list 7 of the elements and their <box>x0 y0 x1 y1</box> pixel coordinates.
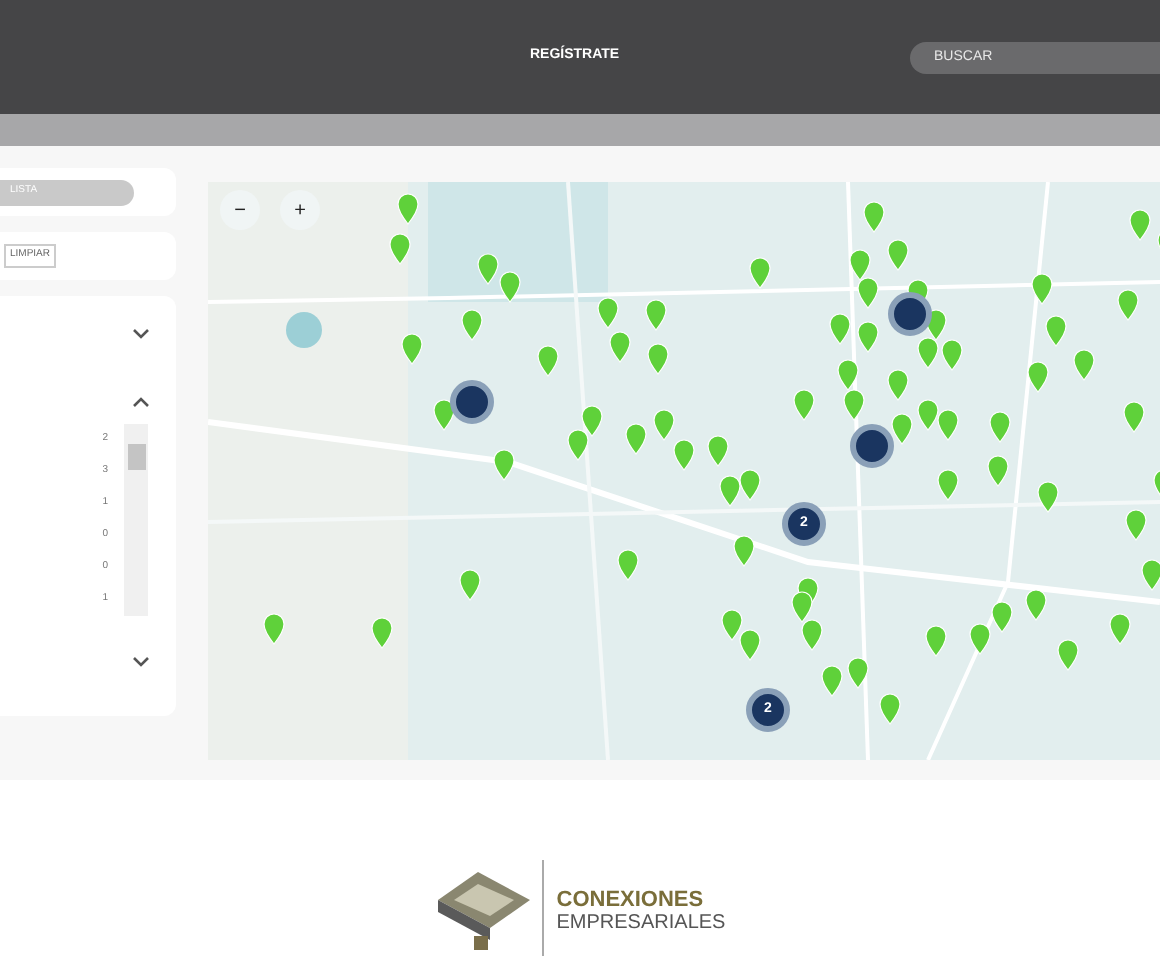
chevron-up-icon[interactable] <box>132 396 150 408</box>
logo-subtitle: EMPRESARIALES <box>556 912 726 934</box>
scrollbar[interactable] <box>124 424 148 616</box>
scroll-thumb[interactable] <box>127 444 145 470</box>
chevron-down-icon[interactable] <box>132 656 150 668</box>
chevron-down-icon[interactable] <box>132 328 150 340</box>
logo-title: CONEXIONES <box>556 888 706 912</box>
